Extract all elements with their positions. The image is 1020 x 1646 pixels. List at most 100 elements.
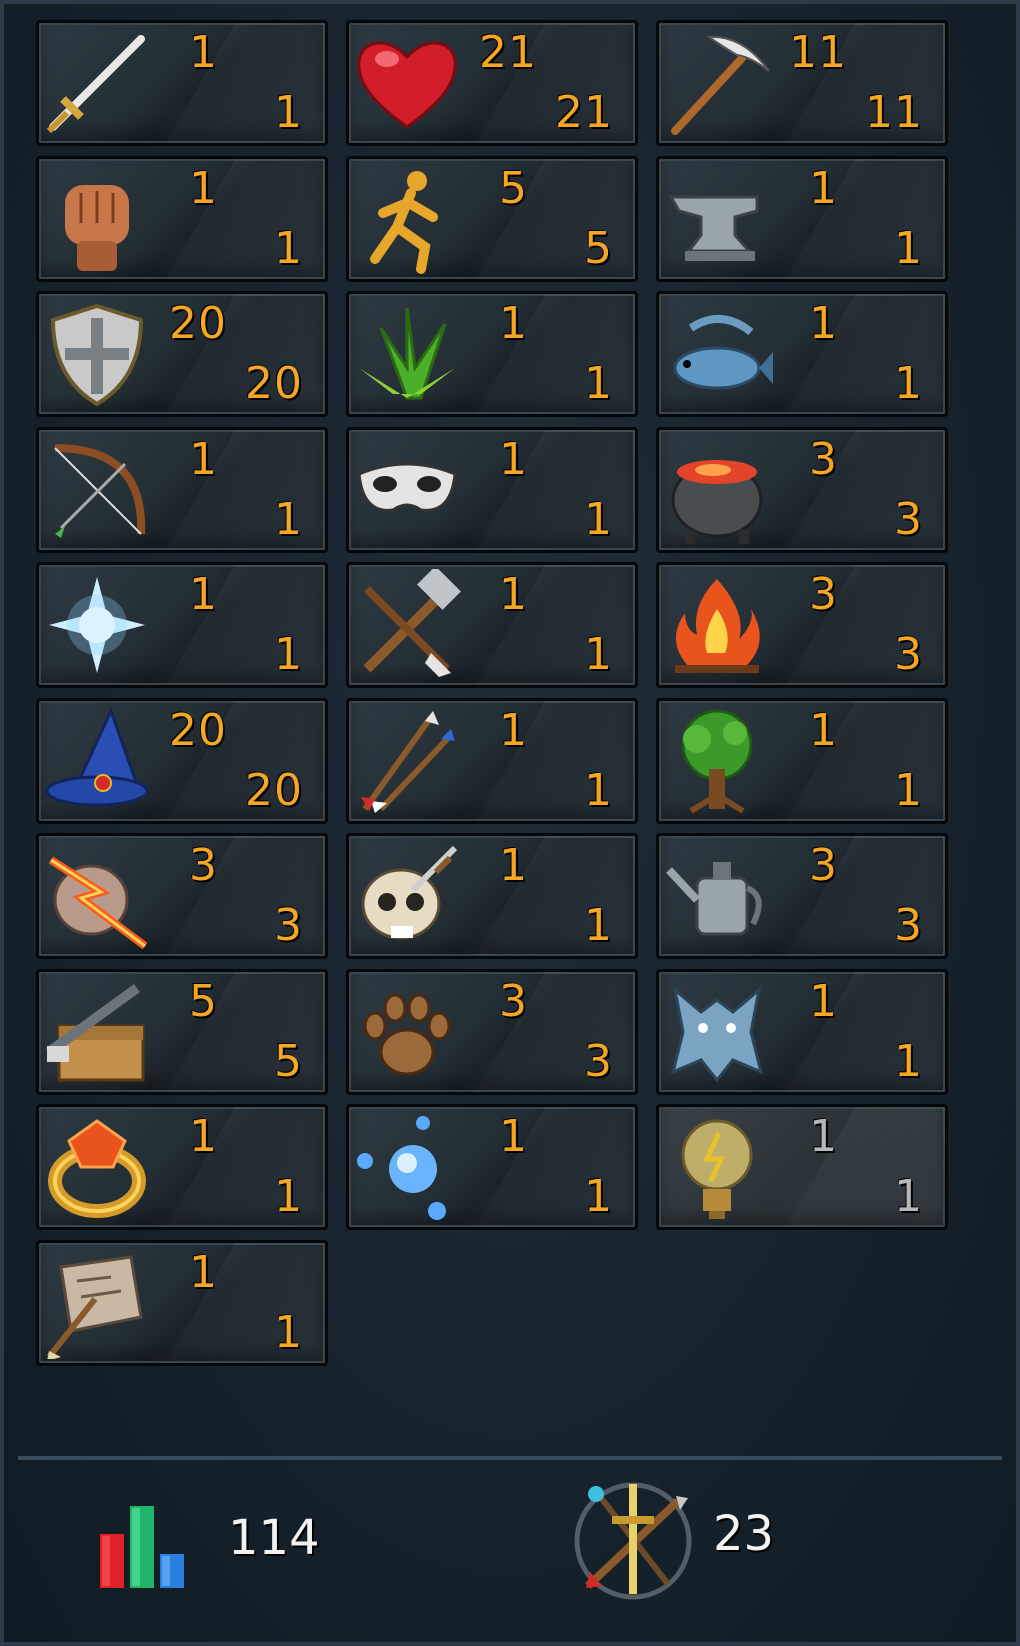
skill-max-level: 1	[894, 1035, 923, 1087]
skill-max-level: 1	[274, 87, 303, 138]
skill-tile-mining[interactable]: 11 11	[656, 20, 948, 146]
skill-tile-invention[interactable]: 11	[656, 1104, 948, 1230]
skill-max-level: 1	[894, 358, 923, 409]
paw-print-icon	[351, 976, 463, 1088]
skill-tile-dungeoneering[interactable]: 11	[36, 1104, 328, 1230]
skill-current-level: 5	[499, 162, 528, 214]
watering-can-icon	[661, 840, 773, 952]
skill-max-level: 5	[584, 222, 613, 274]
combat-weapons-icon	[574, 1482, 692, 1600]
skill-max-level: 1	[894, 222, 923, 274]
arrows-icon	[351, 705, 463, 817]
wizard-hat-icon	[41, 705, 153, 817]
skill-max-level: 3	[894, 493, 923, 545]
skill-tile-firemaking[interactable]: 33	[656, 562, 948, 688]
skill-max-level: 1	[274, 1171, 303, 1222]
footer-divider	[18, 1456, 1002, 1460]
skill-current-level: 20	[169, 704, 227, 756]
wolf-icon	[661, 976, 773, 1088]
combat-level-value: 23	[713, 1506, 775, 1562]
skill-current-level: 3	[499, 975, 528, 1027]
skill-current-level: 1	[189, 569, 218, 620]
rune-rock-icon	[41, 840, 153, 952]
skill-max-level: 5	[274, 1035, 303, 1087]
skill-max-level: 3	[894, 629, 923, 680]
skill-tile-fletching[interactable]: 11	[346, 697, 638, 824]
skill-tile-agility[interactable]: 55	[346, 155, 638, 282]
skill-max-level: 1	[894, 764, 923, 816]
skill-tile-herblore[interactable]: 11	[346, 291, 638, 417]
hammer-chisel-icon	[351, 569, 463, 681]
skill-max-level: 1	[274, 1306, 303, 1358]
skill-tile-defence[interactable]: 20 20	[36, 291, 328, 417]
skill-tile-fishing[interactable]: 11	[656, 291, 948, 417]
skill-tile-slayer[interactable]: 11	[346, 833, 638, 959]
mask-icon	[351, 434, 463, 546]
skill-current-level: 3	[189, 840, 218, 891]
skill-current-level: 1	[189, 27, 218, 78]
skill-max-level: 1	[584, 358, 613, 409]
skill-tile-summoning[interactable]: 11	[656, 968, 948, 1095]
skill-tile-attack[interactable]: 11	[36, 20, 328, 146]
skill-current-level: 5	[189, 975, 218, 1027]
skill-tile-woodcutting[interactable]: 11	[656, 697, 948, 824]
skill-current-level: 1	[499, 298, 528, 349]
herb-icon	[351, 298, 463, 410]
skill-max-level: 1	[274, 493, 303, 545]
skill-current-level: 1	[499, 840, 528, 891]
skill-tile-cooking[interactable]: 33	[656, 426, 948, 553]
skill-tile-crafting[interactable]: 11	[346, 562, 638, 688]
pickaxe-icon	[661, 27, 773, 139]
skill-max-level: 11	[865, 87, 923, 138]
skill-tile-constitution[interactable]: 21 21	[346, 20, 638, 146]
skill-current-level: 1	[189, 1111, 218, 1162]
skill-max-level: 1	[584, 1171, 613, 1222]
skull-dagger-icon	[351, 840, 463, 952]
skill-tile-smithing[interactable]: 11	[656, 155, 948, 282]
skill-current-level: 1	[189, 433, 218, 485]
skill-tile-prayer[interactable]: 11	[36, 562, 328, 688]
skill-max-level: 21	[555, 87, 613, 138]
anvil-icon	[661, 163, 773, 275]
skill-max-level: 20	[245, 358, 303, 409]
toolbox-icon	[41, 976, 153, 1088]
skill-tile-archaeology[interactable]: 11	[36, 1239, 328, 1366]
skill-current-level: 1	[499, 433, 528, 485]
skill-max-level: 1	[584, 900, 613, 951]
skill-tile-construction[interactable]: 55	[36, 968, 328, 1095]
skill-current-level: 1	[809, 162, 838, 214]
fire-icon	[661, 569, 773, 681]
skill-tile-runecrafting[interactable]: 33	[36, 833, 328, 959]
skill-max-level: 1	[584, 493, 613, 545]
orbs-icon	[351, 1111, 463, 1223]
skill-current-level: 1	[809, 975, 838, 1027]
total-level-value: 114	[228, 1510, 320, 1566]
skill-current-level: 1	[809, 1111, 838, 1162]
skill-tile-ranged[interactable]: 11	[36, 426, 328, 553]
skill-current-level: 3	[809, 433, 838, 485]
skills-footer: 114 23	[18, 1464, 1002, 1634]
skill-tile-strength[interactable]: 11	[36, 155, 328, 282]
star-icon	[41, 569, 153, 681]
skill-current-level: 3	[809, 569, 838, 620]
skill-current-level: 20	[169, 298, 227, 349]
skill-max-level: 1	[584, 764, 613, 816]
skill-max-level: 1	[274, 629, 303, 680]
bow-icon	[41, 434, 153, 546]
total-level-button[interactable]: 114	[78, 1482, 378, 1602]
heart-icon	[351, 27, 463, 139]
fist-icon	[41, 163, 153, 275]
skill-tile-hunter[interactable]: 33	[346, 968, 638, 1095]
skill-max-level: 3	[584, 1035, 613, 1087]
scroll-brush-icon	[41, 1247, 153, 1359]
skill-current-level: 1	[189, 1246, 218, 1298]
skill-tile-magic[interactable]: 20 20	[36, 697, 328, 824]
skill-tile-farming[interactable]: 33	[656, 833, 948, 959]
skill-current-level: 1	[809, 298, 838, 349]
skill-tile-divination[interactable]: 11	[346, 1104, 638, 1230]
bar-chart-icon	[100, 1506, 184, 1588]
skill-tile-thieving[interactable]: 11	[346, 426, 638, 553]
skill-current-level: 1	[189, 162, 218, 214]
cauldron-icon	[661, 434, 773, 546]
combat-level-button[interactable]: 23	[568, 1476, 868, 1606]
